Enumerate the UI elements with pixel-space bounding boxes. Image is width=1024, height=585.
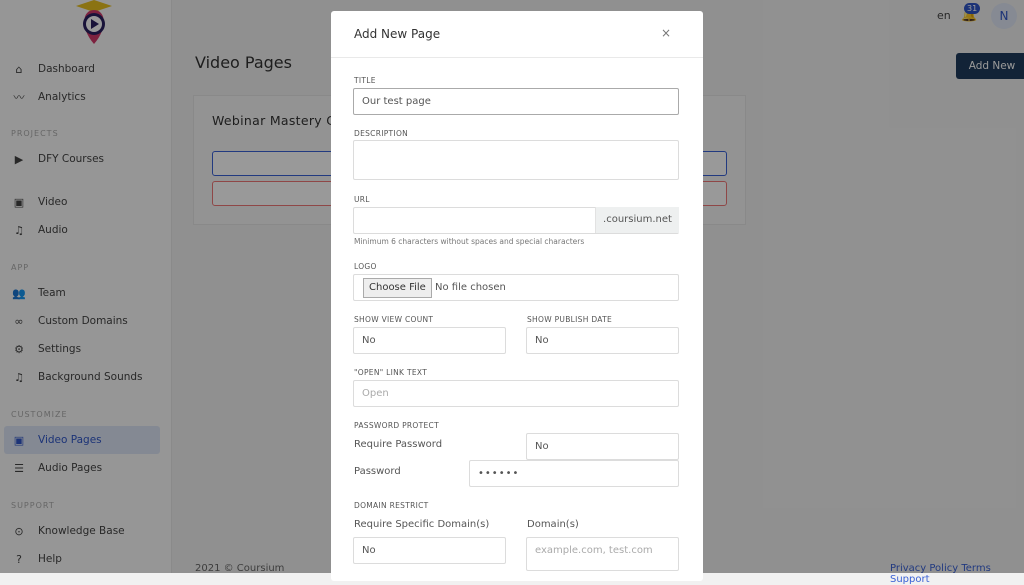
domains-input[interactable]: example.com, test.com (526, 537, 679, 571)
url-hint: Minimum 6 characters without spaces and … (354, 237, 585, 246)
publish-date-select[interactable]: No (526, 327, 679, 354)
title-input[interactable]: Our test page (353, 88, 679, 115)
domains-label: Domain(s) (527, 519, 579, 530)
logo-file-input[interactable]: Choose File No file chosen (353, 274, 679, 301)
view-count-label: SHOW VIEW COUNT (354, 315, 434, 324)
description-label: DESCRIPTION (354, 129, 409, 138)
require-domain-label: Require Specific Domain(s) (354, 519, 490, 530)
open-text-label: "OPEN" LINK TEXT (354, 368, 428, 377)
password-label: Password (354, 466, 401, 477)
modal-title: Add New Page (354, 27, 441, 41)
open-text-input[interactable]: Open (353, 380, 679, 407)
password-protect-label: PASSWORD PROTECT (354, 421, 439, 430)
publish-date-label: SHOW PUBLISH DATE (527, 315, 613, 324)
require-password-select[interactable]: No (526, 433, 679, 460)
choose-file-button[interactable]: Choose File (363, 278, 432, 298)
view-count-select[interactable]: No (353, 327, 506, 354)
logo-label: LOGO (354, 262, 377, 271)
description-textarea[interactable] (353, 140, 679, 180)
password-input[interactable]: •••••• (469, 460, 679, 487)
title-label: TITLE (354, 76, 376, 85)
require-password-label: Require Password (354, 439, 443, 450)
add-new-page-modal: Add New Page × TITLE Our test page DESCR… (331, 11, 703, 581)
url-suffix: .coursium.net (595, 207, 679, 233)
close-icon[interactable]: × (661, 26, 671, 40)
domain-restrict-label: DOMAIN RESTRICT (354, 501, 429, 510)
require-domain-select[interactable]: No (353, 537, 506, 564)
url-label: URL (354, 195, 370, 204)
no-file-text: No file chosen (435, 282, 506, 293)
